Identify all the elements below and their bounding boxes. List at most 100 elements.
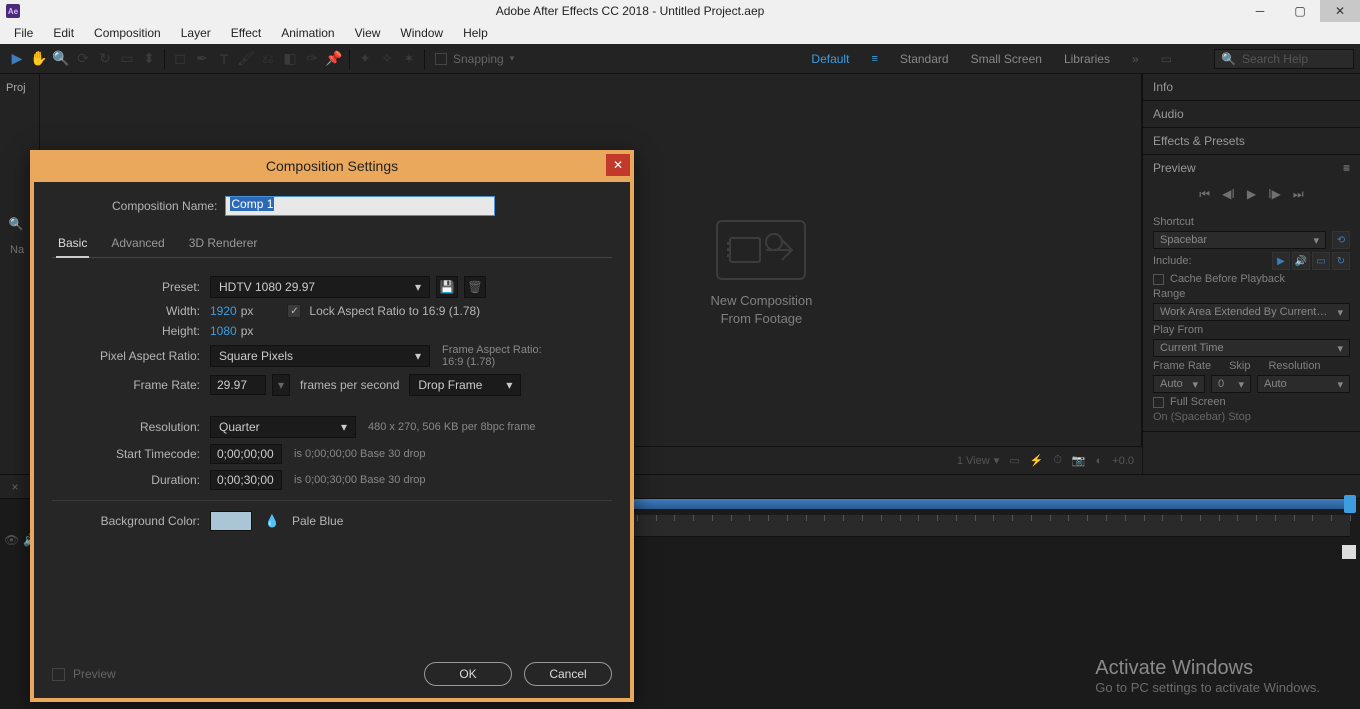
delete-preset-icon[interactable]: 🗑	[464, 276, 486, 298]
world-axis-icon[interactable]: ✧	[376, 48, 398, 70]
menu-file[interactable]: File	[4, 23, 43, 43]
menu-composition[interactable]: Composition	[84, 23, 171, 43]
zoom-tool[interactable]: 🔍	[50, 48, 72, 70]
project-search-icon[interactable]: 🔍	[6, 214, 26, 234]
dialog-close-button[interactable]: ✕	[606, 154, 630, 176]
preview-toggle[interactable]: Preview	[52, 667, 116, 681]
tab-3d-renderer[interactable]: 3D Renderer	[187, 232, 260, 257]
height-value[interactable]: 1080	[210, 324, 237, 338]
eraser-tool[interactable]: ◧	[279, 48, 301, 70]
composition-name-input[interactable]: Comp 1	[225, 196, 495, 216]
timeline-icon[interactable]: ⏱	[1053, 454, 1062, 467]
reset-shortcut-icon[interactable]: ⟲	[1332, 231, 1350, 249]
minimize-button[interactable]: ─	[1240, 0, 1280, 22]
menu-layer[interactable]: Layer	[171, 23, 221, 43]
brush-tool[interactable]: 🖌	[235, 48, 257, 70]
pixel-aspect-select[interactable]: Square Pixels▾	[210, 345, 430, 367]
workspace-menu-icon[interactable]: ≡	[871, 53, 877, 65]
clone-tool[interactable]: ⎌	[257, 48, 279, 70]
timeline-close-button[interactable]: ×	[6, 478, 24, 496]
workspace-overflow-icon[interactable]: »	[1132, 52, 1139, 66]
roto-tool[interactable]: ✑	[301, 48, 323, 70]
start-timecode-input[interactable]: 0;00;00;00	[210, 444, 282, 464]
preview-resolution-select[interactable]: Auto▾	[1257, 375, 1350, 393]
workspace-standard[interactable]: Standard	[900, 52, 949, 66]
view-count-dropdown[interactable]: 1 View ▾	[957, 454, 999, 467]
drop-frame-select[interactable]: Drop Frame▾	[409, 374, 521, 396]
timeline-video-icon[interactable]: 👁	[4, 533, 19, 547]
info-panel-header[interactable]: Info	[1143, 74, 1360, 100]
panel-menu-icon[interactable]: ≡	[1343, 161, 1350, 175]
duration-input[interactable]: 0;00;30;00	[210, 470, 282, 490]
preview-skip-select[interactable]: 0▾	[1211, 375, 1251, 393]
loop-icon[interactable]: ↻	[1332, 252, 1350, 270]
shape-tool[interactable]: ◻	[169, 48, 191, 70]
playfrom-select[interactable]: Current Time▾	[1153, 339, 1350, 357]
next-frame-button[interactable]: Ⅰ▶	[1268, 187, 1281, 202]
ok-button[interactable]: OK	[424, 662, 512, 686]
view-axis-icon[interactable]: ✶	[398, 48, 420, 70]
menu-effect[interactable]: Effect	[221, 23, 271, 43]
preview-panel-header[interactable]: Preview≡	[1143, 155, 1360, 181]
range-select[interactable]: Work Area Extended By Current…▾	[1153, 303, 1350, 321]
shortcut-select[interactable]: Spacebar▾	[1153, 231, 1326, 249]
snapping-toggle[interactable]: Snapping ▾	[435, 52, 514, 66]
timeline-end-handle[interactable]	[1344, 495, 1356, 513]
preview-checkbox[interactable]	[52, 668, 65, 681]
cache-checkbox[interactable]	[1153, 274, 1164, 285]
prev-frame-button[interactable]: ◀Ⅰ	[1222, 187, 1235, 202]
type-tool[interactable]: T	[213, 48, 235, 70]
frame-rate-input[interactable]: 29.97	[210, 375, 266, 395]
include-audio-icon[interactable]: 🔊	[1292, 252, 1310, 270]
snapshot-icon[interactable]: 📷	[1072, 454, 1086, 467]
timeline-work-area[interactable]	[618, 499, 1350, 509]
workspace-options-icon[interactable]: ▭	[1161, 52, 1172, 66]
pan-behind-tool[interactable]: ⬍	[138, 48, 160, 70]
local-axis-icon[interactable]: ✦	[354, 48, 376, 70]
search-help-input[interactable]: 🔍 Search Help	[1214, 49, 1354, 69]
exposure-reset-icon[interactable]: ◐	[1096, 455, 1103, 467]
maximize-button[interactable]: ▢	[1280, 0, 1320, 22]
tab-basic[interactable]: Basic	[56, 232, 89, 258]
menu-window[interactable]: Window	[390, 23, 453, 43]
menu-help[interactable]: Help	[453, 23, 498, 43]
play-button[interactable]: ▶	[1247, 187, 1256, 202]
menu-animation[interactable]: Animation	[271, 23, 344, 43]
fullscreen-checkbox[interactable]	[1153, 397, 1164, 408]
preset-select[interactable]: HDTV 1080 29.97▾	[210, 276, 430, 298]
camera-tool[interactable]: ▭	[116, 48, 138, 70]
include-overlays-icon[interactable]: ▭	[1312, 252, 1330, 270]
project-tab[interactable]: Proj	[6, 82, 26, 94]
new-composition-from-footage-button[interactable]: New Composition From Footage	[711, 220, 813, 328]
workspace-default[interactable]: Default	[811, 52, 849, 66]
timeline-expand-icon[interactable]	[1342, 545, 1356, 559]
menu-edit[interactable]: Edit	[43, 23, 84, 43]
preview-framerate-select[interactable]: Auto▾	[1153, 375, 1205, 393]
save-preset-icon[interactable]: 💾	[436, 276, 458, 298]
effects-panel-header[interactable]: Effects & Presets	[1143, 128, 1360, 154]
eyedropper-icon[interactable]: 💧	[262, 511, 282, 531]
cancel-button[interactable]: Cancel	[524, 662, 612, 686]
resolution-select[interactable]: Quarter▾	[210, 416, 356, 438]
fast-preview-icon[interactable]: ⚡	[1030, 454, 1044, 467]
audio-panel-header[interactable]: Audio	[1143, 101, 1360, 127]
workspace-small-screen[interactable]: Small Screen	[971, 52, 1042, 66]
lock-aspect-checkbox[interactable]: ✓	[287, 304, 301, 318]
snapping-checkbox[interactable]	[435, 53, 447, 65]
selection-tool[interactable]: ▶	[6, 48, 28, 70]
hand-tool[interactable]: ✋	[28, 48, 50, 70]
pixel-aspect-icon[interactable]: ▭	[1009, 454, 1019, 467]
close-window-button[interactable]: ✕	[1320, 0, 1360, 22]
include-video-icon[interactable]: ▶	[1272, 252, 1290, 270]
puppet-tool[interactable]: 📌	[323, 48, 345, 70]
pen-tool[interactable]: ✒	[191, 48, 213, 70]
exposure-value[interactable]: +0.0	[1112, 455, 1134, 467]
orbit-tool[interactable]: ⟳	[72, 48, 94, 70]
timeline-ruler[interactable]	[618, 515, 1350, 537]
menu-view[interactable]: View	[345, 23, 391, 43]
width-value[interactable]: 1920	[210, 304, 237, 318]
frame-rate-dropdown-icon[interactable]: ▾	[272, 374, 290, 396]
rotate-tool[interactable]: ↻	[94, 48, 116, 70]
tab-advanced[interactable]: Advanced	[109, 232, 166, 257]
last-frame-button[interactable]: ⏭	[1293, 187, 1304, 202]
